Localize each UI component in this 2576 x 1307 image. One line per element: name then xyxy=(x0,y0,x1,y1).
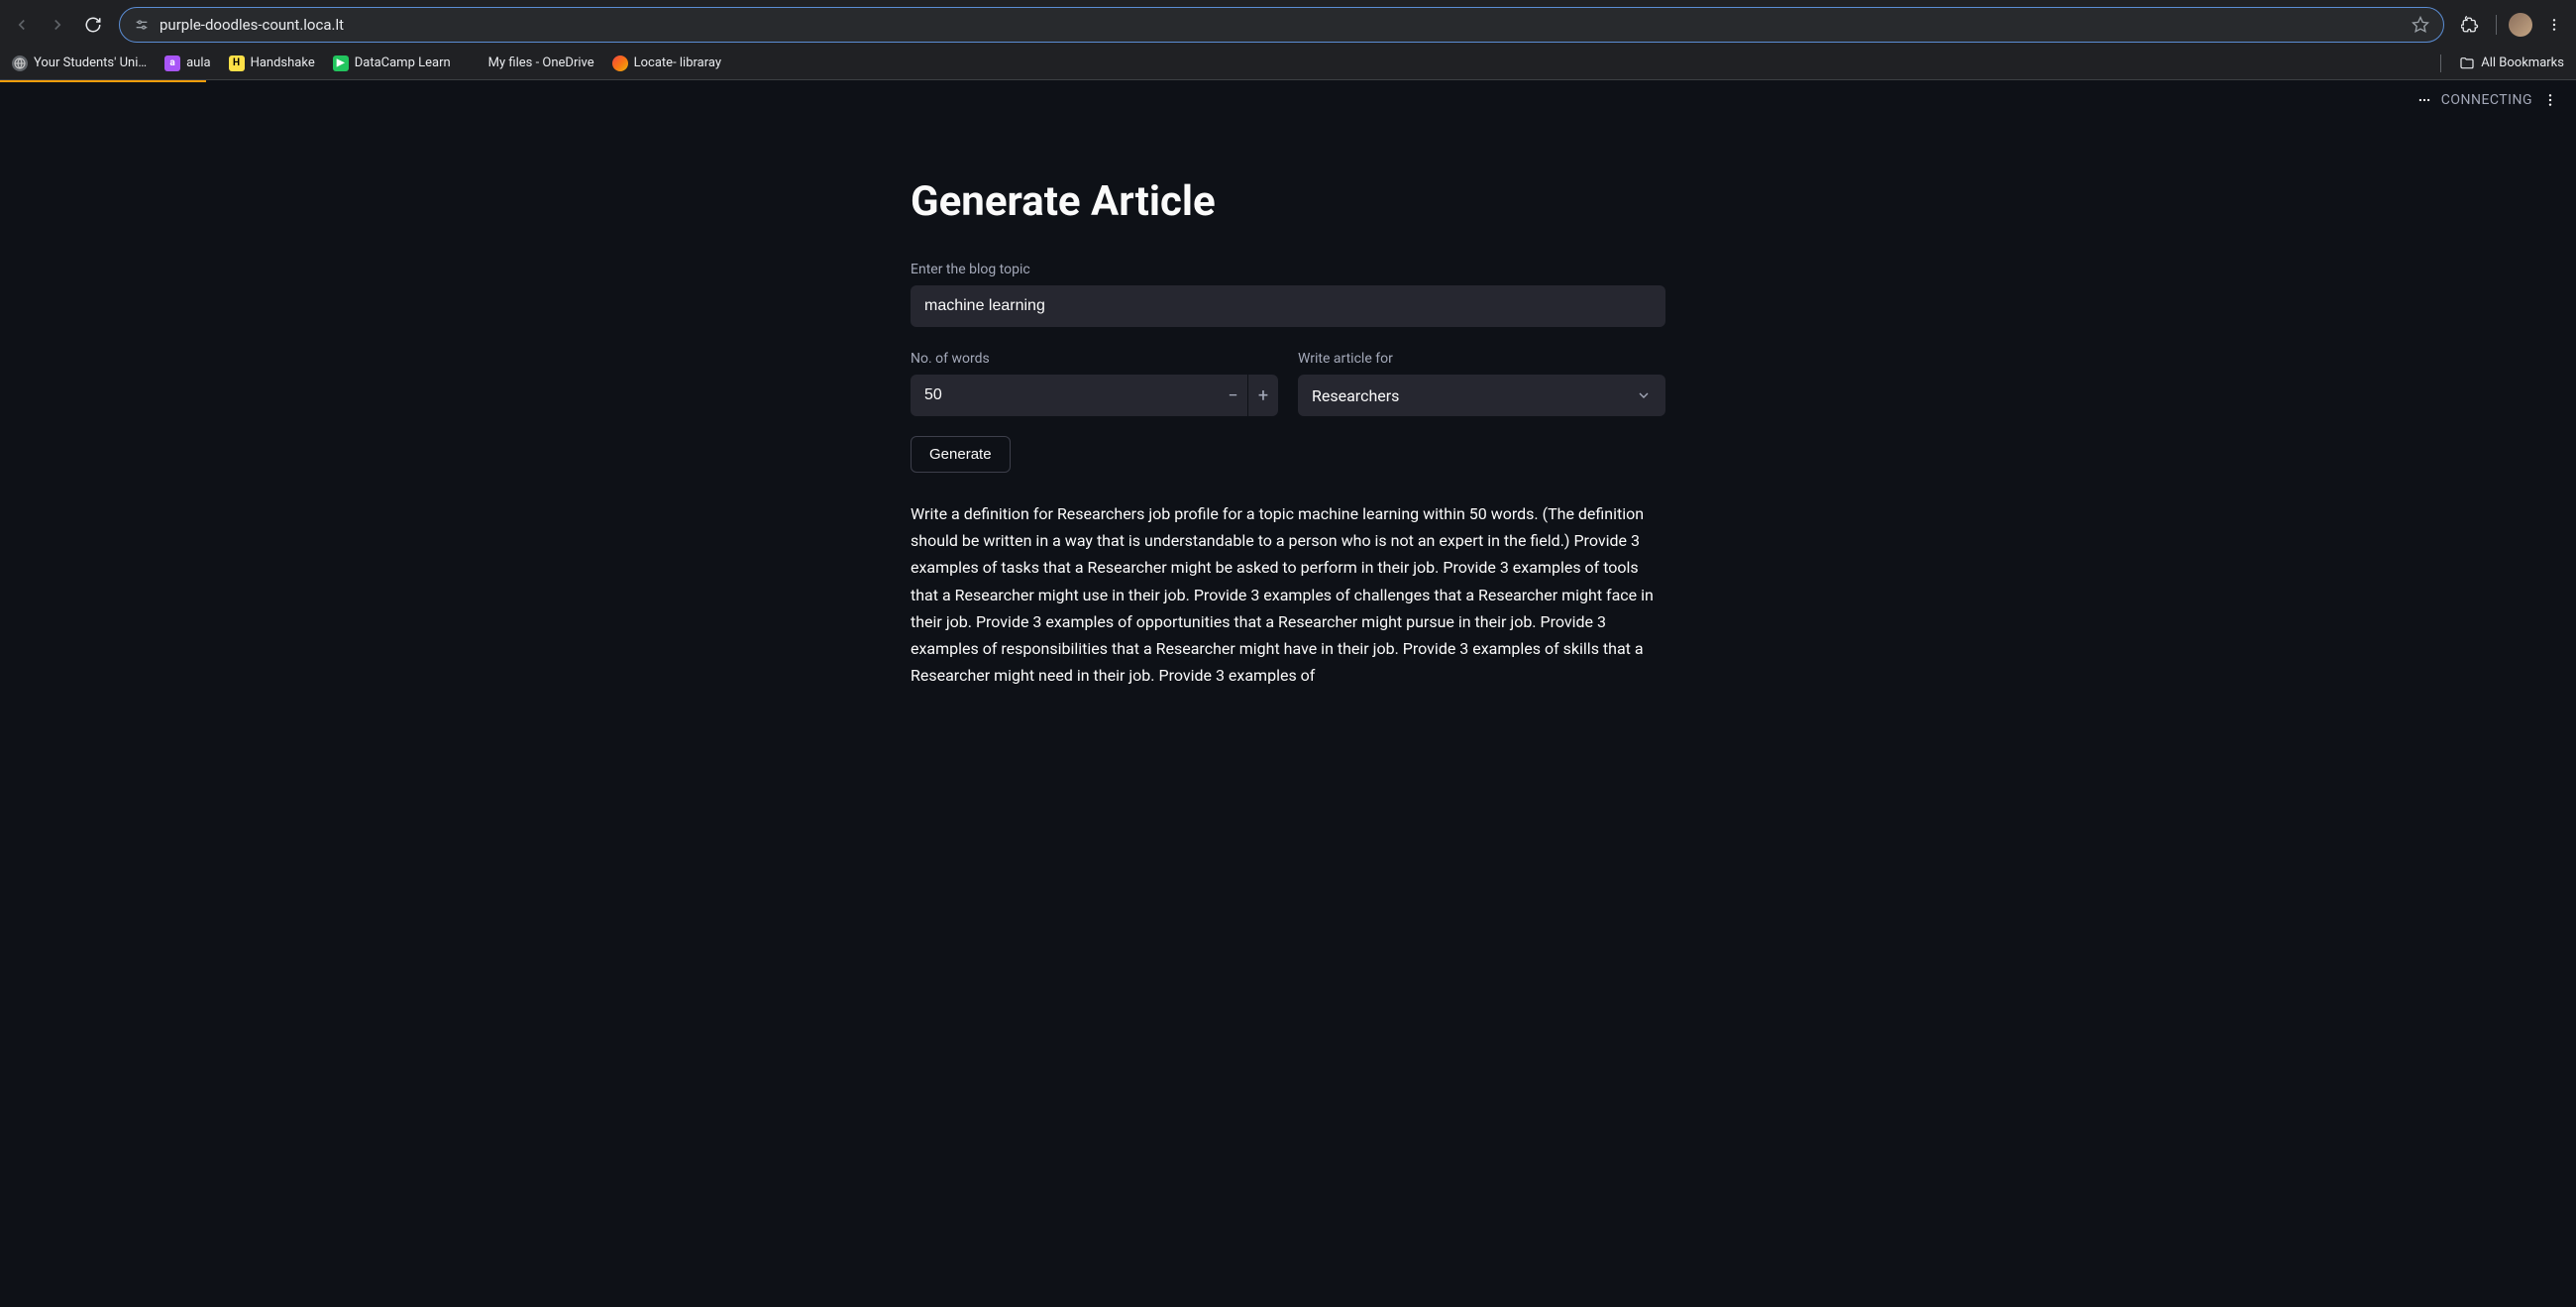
bookmark-star-icon[interactable] xyxy=(2412,16,2429,34)
topic-input[interactable] xyxy=(911,285,1665,327)
words-input[interactable] xyxy=(911,386,1219,404)
bookmark-label: My files - OneDrive xyxy=(488,55,594,70)
bookmark-label: Locate- libraray xyxy=(634,55,721,70)
generate-button[interactable]: Generate xyxy=(911,436,1011,473)
globe-icon xyxy=(12,55,28,71)
words-label: No. of words xyxy=(911,351,1278,367)
all-bookmarks-label: All Bookmarks xyxy=(2481,55,2564,70)
main-content: Generate Article Enter the blog topic No… xyxy=(911,118,1665,728)
onedrive-icon xyxy=(469,56,483,70)
audience-value: Researchers xyxy=(1312,386,1636,405)
browser-toolbar: purple-doodles-count.loca.lt xyxy=(0,3,2576,47)
site-settings-icon[interactable] xyxy=(134,17,150,33)
app-header: CONNECTING xyxy=(0,82,2576,118)
output-text: Write a definition for Researchers job p… xyxy=(911,500,1665,689)
bookmarks-divider xyxy=(2440,54,2441,72)
url-text: purple-doodles-count.loca.lt xyxy=(160,16,2402,34)
words-stepper: − + xyxy=(911,375,1278,416)
bookmark-label: aula xyxy=(186,55,210,70)
bookmarks-bar: Your Students' Uni… a aula H Handshake ▶… xyxy=(0,47,2576,80)
handshake-icon: H xyxy=(229,55,245,71)
chevron-down-icon xyxy=(1636,387,1652,403)
bookmark-onedrive[interactable]: My files - OneDrive xyxy=(469,55,594,70)
datacamp-icon: ▶ xyxy=(333,55,349,71)
bookmark-datacamp[interactable]: ▶ DataCamp Learn xyxy=(333,55,451,71)
audience-label: Write article for xyxy=(1298,351,1665,367)
topic-label: Enter the blog topic xyxy=(911,262,1665,277)
connection-status: CONNECTING xyxy=(2441,92,2532,108)
bookmark-students-uni[interactable]: Your Students' Uni… xyxy=(12,55,147,71)
locate-icon xyxy=(612,55,628,71)
bookmark-locate[interactable]: Locate- libraray xyxy=(612,55,721,71)
app-menu-icon[interactable] xyxy=(2542,92,2558,108)
extensions-icon[interactable] xyxy=(2456,11,2484,39)
increment-button[interactable]: + xyxy=(1248,375,1278,416)
chrome-menu-icon[interactable] xyxy=(2540,11,2568,39)
running-indicator-icon xyxy=(2417,93,2431,107)
all-bookmarks-button[interactable]: All Bookmarks xyxy=(2459,55,2564,71)
decrement-button[interactable]: − xyxy=(1219,375,1248,416)
bookmark-aula[interactable]: a aula xyxy=(164,55,210,71)
toolbar-divider xyxy=(2496,15,2497,35)
audience-select[interactable]: Researchers xyxy=(1298,375,1665,416)
bookmark-label: DataCamp Learn xyxy=(355,55,451,70)
reload-button[interactable] xyxy=(79,11,107,39)
bookmark-label: Your Students' Uni… xyxy=(34,55,147,70)
forward-button[interactable] xyxy=(44,11,71,39)
bookmark-handshake[interactable]: H Handshake xyxy=(229,55,315,71)
bookmark-label: Handshake xyxy=(251,55,315,70)
profile-avatar[interactable] xyxy=(2509,13,2532,37)
page-title: Generate Article xyxy=(911,177,1665,226)
aula-icon: a xyxy=(164,55,180,71)
back-button[interactable] xyxy=(8,11,36,39)
folder-icon xyxy=(2459,55,2475,71)
address-bar[interactable]: purple-doodles-count.loca.lt xyxy=(119,7,2444,43)
